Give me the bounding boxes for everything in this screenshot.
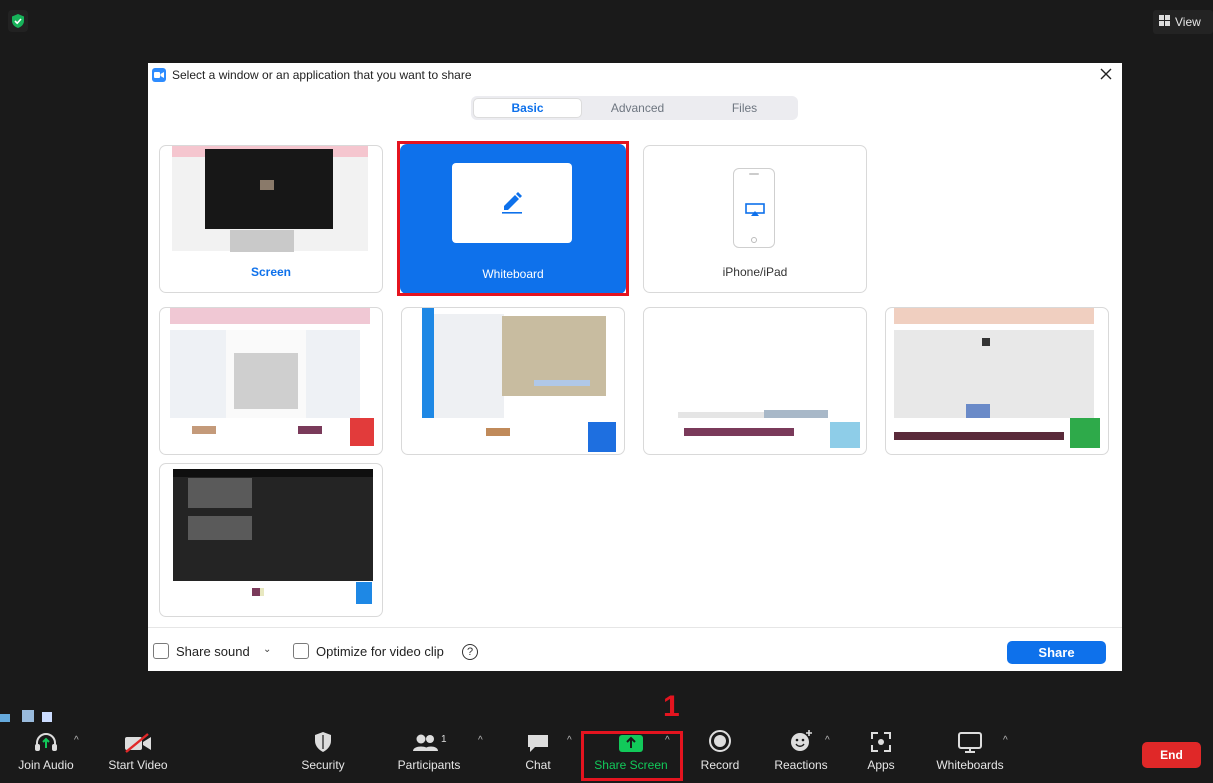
participants-label: Participants <box>397 758 461 772</box>
whiteboard-icon <box>958 727 982 757</box>
thumbnail-pixel <box>252 588 260 596</box>
phone-frame <box>733 168 775 248</box>
security-label: Security <box>301 758 345 772</box>
app-icon-pixels <box>830 422 860 448</box>
tab-basic[interactable]: Basic <box>473 98 582 118</box>
dialog-footer: Share sound ⌄ Optimize for video clip ? … <box>148 627 1122 671</box>
view-label: View <box>1175 15 1201 29</box>
window-thumbnail <box>894 330 1094 418</box>
reactions-caret-icon[interactable]: ^ <box>825 735 830 746</box>
annotation-highlight-whiteboard <box>397 141 629 296</box>
thumbnail-strip <box>173 469 373 477</box>
security-button[interactable]: Security <box>294 727 352 783</box>
share-sound-label: Share sound <box>176 644 250 659</box>
thumbnail-block <box>230 230 294 252</box>
thumbnail-pixel <box>486 428 510 436</box>
airplay-icon <box>745 203 765 222</box>
thumbnail-pixel <box>192 426 216 434</box>
start-video-button[interactable]: Start Video <box>104 727 172 783</box>
share-screen-dialog: Select a window or an application that y… <box>148 63 1122 671</box>
share-sound-checkbox[interactable] <box>153 643 169 659</box>
view-button[interactable]: View <box>1153 10 1213 34</box>
thumbnail-pixel <box>298 426 322 434</box>
grid-icon <box>1159 15 1170 29</box>
record-label: Record <box>700 758 740 772</box>
reactions-label: Reactions <box>774 758 828 772</box>
tab-advanced[interactable]: Advanced <box>584 96 691 120</box>
thumbnail-block <box>234 353 298 409</box>
participants-icon: 1 <box>411 727 447 757</box>
start-video-label: Start Video <box>108 758 168 772</box>
optimize-video-label: Optimize for video clip <box>316 644 444 659</box>
app-icon-pixels <box>1070 418 1100 448</box>
join-audio-label: Join Audio <box>18 758 74 772</box>
thumbnail-pixel <box>764 410 828 418</box>
share-tabs: Basic Advanced Files <box>471 96 798 120</box>
share-option-window-2[interactable] <box>401 307 625 455</box>
avatar <box>0 710 54 724</box>
whiteboards-label: Whiteboards <box>936 758 1004 772</box>
participants-caret-icon[interactable]: ^ <box>478 735 483 746</box>
zoom-logo-icon <box>152 68 166 82</box>
app-icon-pixels <box>350 418 374 446</box>
whiteboards-button[interactable]: Whiteboards <box>930 727 1010 783</box>
thumbnail-sidebar <box>422 308 434 418</box>
security-shield-icon[interactable] <box>8 10 28 32</box>
thumbnail-block <box>188 478 252 508</box>
app-icon-pixels <box>356 582 372 604</box>
app-icon-pixels <box>588 422 616 452</box>
apps-icon <box>870 727 892 757</box>
share-option-window-5[interactable] <box>159 463 383 617</box>
zoom-meeting-window: View 2 Select a window or an application… <box>0 0 1213 783</box>
share-option-window-1[interactable] <box>159 307 383 455</box>
thumbnail-block <box>188 516 252 540</box>
screen-label: Screen <box>250 265 292 279</box>
share-option-window-3[interactable] <box>643 307 867 455</box>
chat-button[interactable]: Chat <box>514 727 562 783</box>
record-button[interactable]: Record <box>696 727 744 783</box>
participants-button[interactable]: 1 Participants <box>393 727 465 783</box>
thumbnail-bar <box>534 380 590 386</box>
audio-options-caret-icon[interactable]: ^ <box>74 735 79 746</box>
annotation-step-1: 1 <box>663 690 680 723</box>
dialog-header: Select a window or an application that y… <box>148 63 1122 87</box>
tab-files[interactable]: Files <box>691 96 798 120</box>
iphone-ipad-label: iPhone/iPad <box>722 265 788 279</box>
chevron-down-icon[interactable]: ⌄ <box>263 644 271 655</box>
thumbnail-pixel <box>260 180 274 190</box>
help-icon[interactable]: ? <box>462 644 478 660</box>
thumbnail-pixel <box>982 338 990 346</box>
whiteboards-caret-icon[interactable]: ^ <box>1003 735 1008 746</box>
end-meeting-button[interactable]: End <box>1142 742 1201 768</box>
apps-label: Apps <box>867 758 895 772</box>
share-button[interactable]: Share <box>1007 641 1106 664</box>
thumbnail-panel <box>434 314 504 418</box>
join-audio-button[interactable]: Join Audio <box>12 727 80 783</box>
reactions-button[interactable]: Reactions <box>770 727 832 783</box>
apps-button[interactable]: Apps <box>858 727 904 783</box>
share-option-iphone-ipad[interactable]: iPhone/iPad <box>643 145 867 293</box>
video-off-icon <box>124 727 152 757</box>
record-icon <box>708 727 732 757</box>
thumbnail-strip <box>894 308 1094 324</box>
share-option-window-4[interactable] <box>885 307 1109 455</box>
thumbnail-strip <box>170 308 370 324</box>
emoji-plus-icon <box>789 727 813 757</box>
participants-count: 1 <box>441 734 447 745</box>
dialog-title: Select a window or an application that y… <box>172 68 472 82</box>
shield-icon <box>313 727 333 757</box>
optimize-video-checkbox[interactable] <box>293 643 309 659</box>
share-option-screen[interactable]: Screen <box>159 145 383 293</box>
thumbnail-pixel <box>966 404 990 418</box>
thumbnail-pixel <box>684 428 794 436</box>
chat-icon <box>527 727 549 757</box>
chat-caret-icon[interactable]: ^ <box>567 735 572 746</box>
headphone-icon <box>33 727 59 757</box>
annotation-highlight-share-screen <box>581 731 683 781</box>
chat-label: Chat <box>525 758 551 772</box>
close-icon[interactable] <box>1098 66 1114 82</box>
thumbnail-pixel <box>894 432 1064 440</box>
